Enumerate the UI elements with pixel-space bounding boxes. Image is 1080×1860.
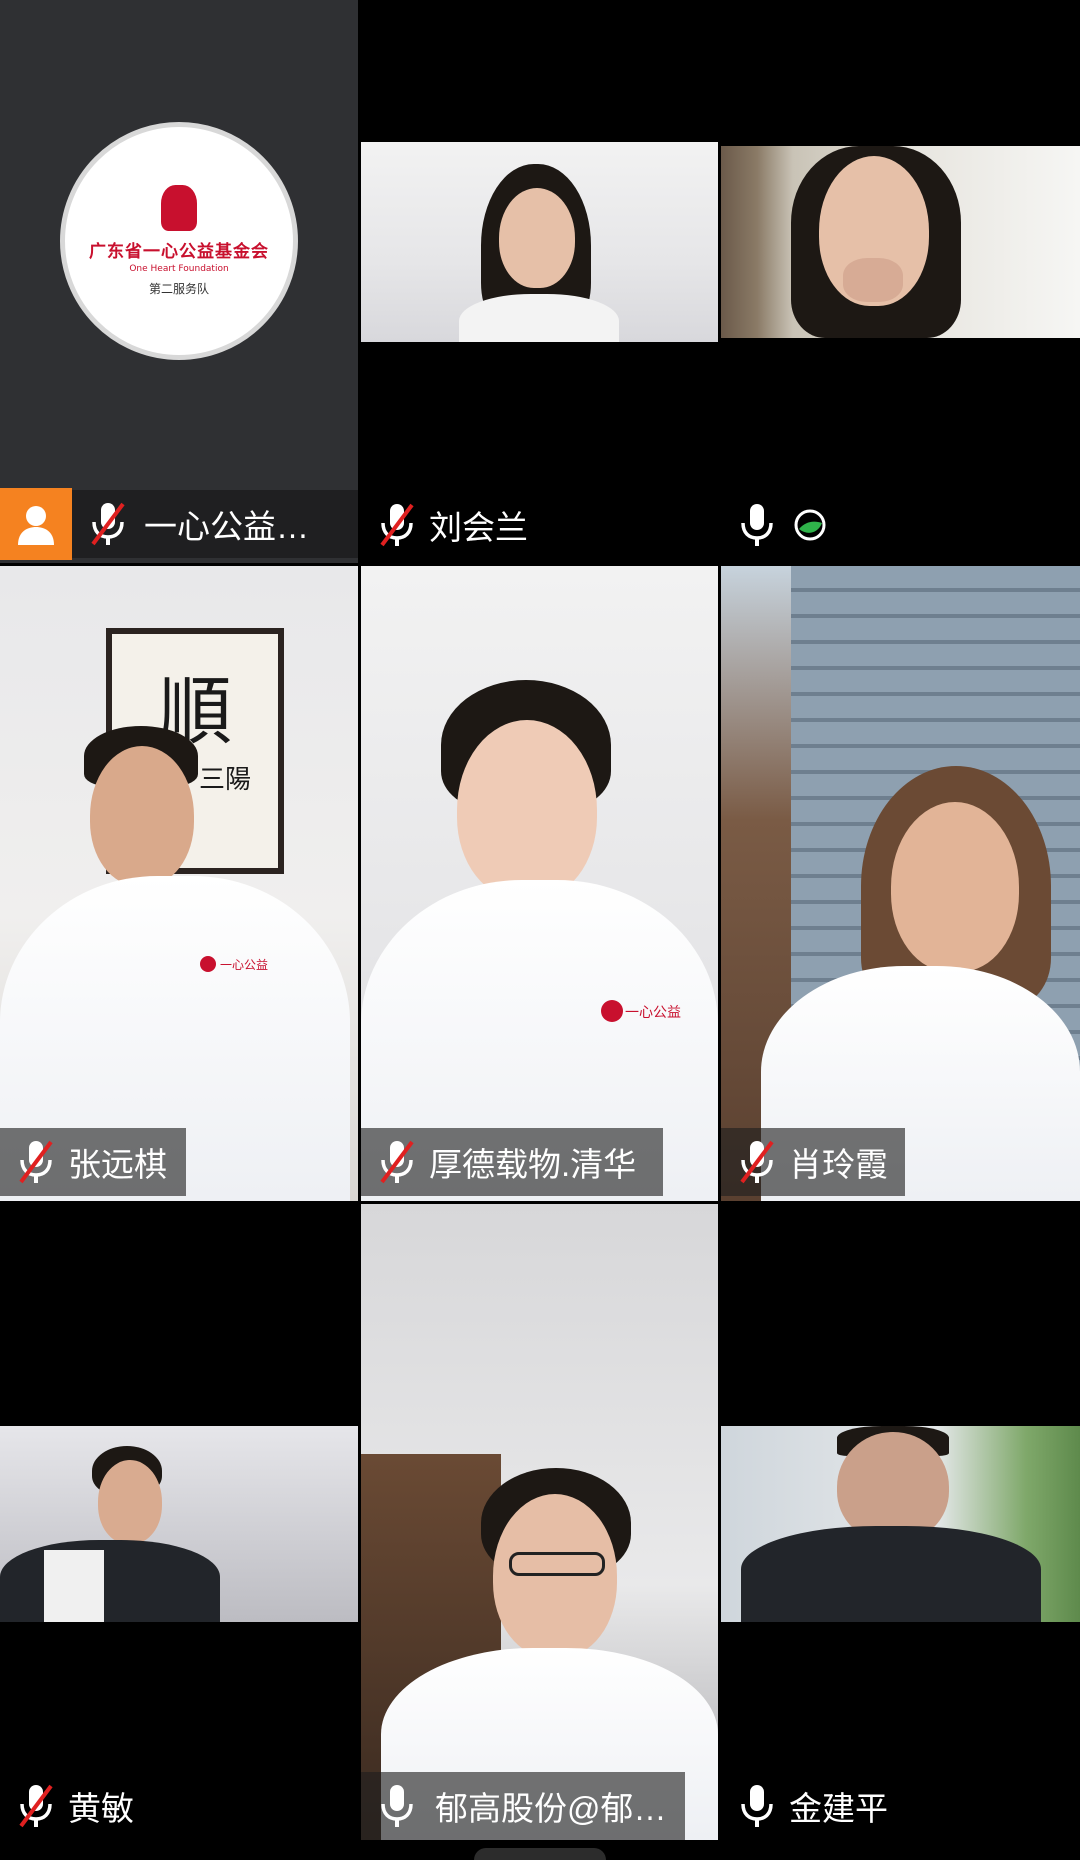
jacket-logo: 一心公益: [625, 1005, 681, 1021]
participant-tile-7[interactable]: 黄敏: [0, 1204, 358, 1840]
participant-name: 张远棋: [68, 1146, 167, 1183]
participant-tile-6[interactable]: 肖玲霞: [721, 566, 1080, 1201]
microphone-muted-icon[interactable]: [86, 498, 130, 550]
participant-label: 肖玲霞: [721, 1128, 905, 1196]
participant-figure: 一心公益: [361, 680, 718, 1201]
participant-label: [721, 491, 1080, 559]
participant-label: 厚德载物.清华: [361, 1128, 663, 1196]
microphone-muted-icon[interactable]: [735, 1136, 779, 1188]
participant-name: 肖玲霞: [789, 1146, 888, 1183]
participant-name: 郁高股份@郁…: [435, 1790, 667, 1827]
participant-tile-2[interactable]: 刘会兰: [361, 0, 718, 563]
foundation-logo: 广东省一心公益基金会 One Heart Foundation 第二服务队: [60, 122, 298, 360]
participant-tile-9[interactable]: 金建平: [721, 1204, 1080, 1840]
microphone-muted-icon[interactable]: [14, 1780, 58, 1832]
participant-video: [721, 1426, 1080, 1622]
user-avatar-icon: [0, 488, 72, 560]
video-grid: 广东省一心公益基金会 One Heart Foundation 第二服务队 一心…: [0, 0, 1080, 1860]
participant-tile-3[interactable]: [721, 0, 1080, 563]
participant-label: 金建平: [721, 1772, 1080, 1840]
participant-label: 郁高股份@郁…: [361, 1772, 685, 1840]
participant-video: [721, 146, 1080, 338]
participant-name: 黄敏: [68, 1790, 134, 1827]
participant-name: 厚德载物.清华: [429, 1146, 637, 1183]
microphone-icon[interactable]: [735, 499, 779, 551]
logo-title: 广东省一心公益基金会: [89, 242, 269, 262]
participant-name: 一心公益…: [144, 508, 309, 545]
logo-english: One Heart Foundation: [129, 264, 229, 274]
foundation-logo-icon: [161, 185, 197, 231]
participant-figure: [0, 1446, 240, 1622]
participant-name: 金建平: [789, 1790, 888, 1827]
participant-video: [0, 1426, 358, 1622]
microphone-icon[interactable]: [375, 1780, 419, 1832]
participant-video: [361, 142, 718, 342]
microphone-icon[interactable]: [735, 1780, 779, 1832]
network-status-icon: [794, 509, 826, 541]
participant-label: 黄敏: [0, 1772, 358, 1840]
logo-subtitle: 第二服务队: [148, 282, 209, 296]
participant-tile-8[interactable]: 郁高股份@郁…: [361, 1204, 718, 1840]
home-indicator[interactable]: [474, 1848, 606, 1860]
jacket-logo: 一心公益: [220, 958, 269, 972]
participant-label: 张远棋: [0, 1128, 186, 1196]
participant-tile-4[interactable]: 順 三陽 一心公益 张远棋: [0, 566, 358, 1201]
participant-figure: [741, 1426, 1041, 1622]
participant-label: 刘会兰: [361, 491, 718, 559]
participant-tile-5[interactable]: 一心公益 厚德载物.清华: [361, 566, 718, 1201]
participant-tile-1[interactable]: 广东省一心公益基金会 One Heart Foundation 第二服务队 一心…: [0, 0, 358, 563]
participant-figure: [771, 146, 971, 338]
participant-figure: [441, 164, 641, 342]
microphone-muted-icon[interactable]: [375, 1136, 419, 1188]
microphone-muted-icon[interactable]: [14, 1136, 58, 1188]
participant-label: 一心公益…: [0, 488, 358, 560]
microphone-muted-icon[interactable]: [375, 499, 419, 551]
participant-name: 刘会兰: [429, 509, 528, 546]
